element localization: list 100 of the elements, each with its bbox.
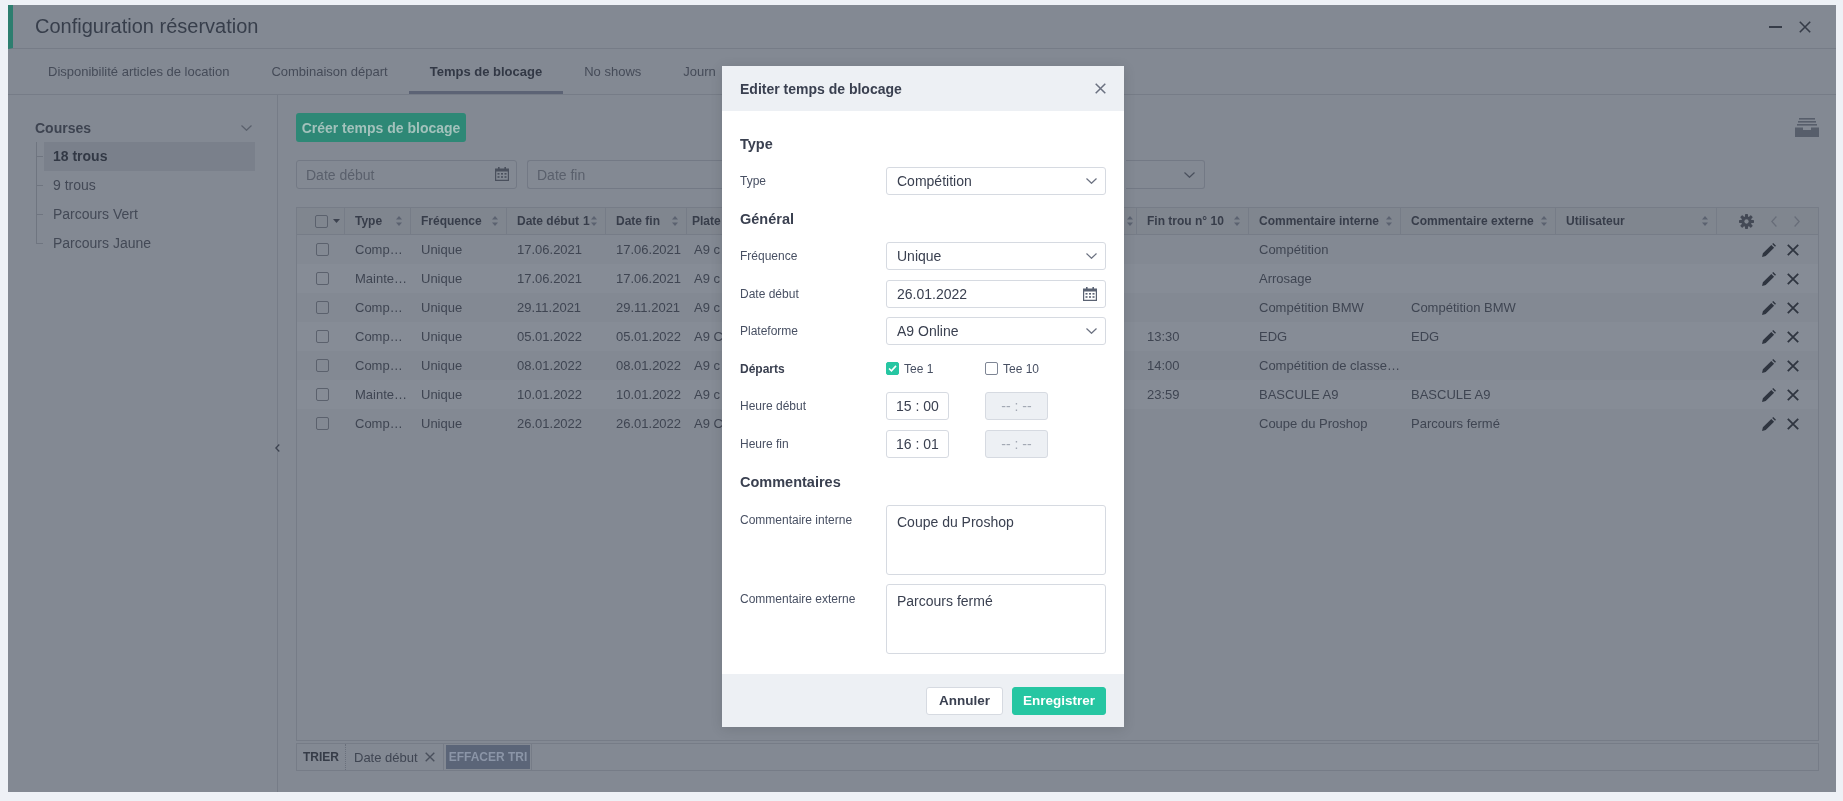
column-header[interactable]: Commentaire externe (1401, 208, 1556, 234)
column-header[interactable]: Fin trou n° 10 (1137, 208, 1249, 234)
comment-field[interactable]: Parcours fermé (886, 584, 1106, 654)
row-checkbox[interactable] (316, 359, 329, 372)
chevron-left-icon[interactable] (1771, 215, 1777, 227)
tree-item[interactable]: Parcours Jaune (44, 229, 255, 258)
sort-icon[interactable] (591, 216, 597, 226)
sort-order-number: 1 (583, 214, 590, 228)
column-header[interactable]: Plate (687, 208, 722, 234)
settings-icon[interactable] (1739, 213, 1754, 229)
field-label: Plateforme (740, 324, 800, 338)
field-label: Type (740, 174, 767, 188)
table-cell-text: 23:59 (1146, 386, 1181, 404)
column-header[interactable]: Fréquence (411, 208, 507, 234)
dropdown-field[interactable]: Compétition (886, 167, 1106, 195)
tree-group-header[interactable]: Courses (35, 114, 255, 142)
create-button[interactable]: Créer temps de blocage (296, 113, 466, 142)
select-all-checkbox[interactable] (315, 214, 328, 228)
tab[interactable]: Temps de blocage (408, 49, 564, 94)
field-label: Date début (740, 286, 800, 301)
table-cell-text: BASCULE A9 (1258, 386, 1340, 404)
close-icon[interactable] (1095, 83, 1106, 94)
table-cell-text: A9 c (693, 357, 721, 375)
cross-icon[interactable] (424, 752, 435, 762)
time-field[interactable]: 15 : 00 (886, 392, 949, 420)
checkbox-label[interactable]: Tee 1 (904, 361, 934, 376)
tree-item[interactable]: Parcours Vert (44, 200, 255, 229)
cross-icon[interactable] (1787, 243, 1799, 256)
table-cell-text: Unique (420, 357, 464, 375)
field-label: Départs (740, 361, 786, 376)
inbox-icon[interactable] (1795, 118, 1819, 137)
section-heading: Commentaires (740, 472, 842, 492)
pencil-icon[interactable] (1762, 358, 1776, 373)
table-cell-text: Unique (420, 299, 464, 317)
table-cell-text: 26.01.2022 (615, 415, 683, 433)
cross-icon[interactable] (1787, 359, 1799, 372)
checkbox[interactable] (886, 362, 899, 375)
column-header[interactable]: Date fin (606, 208, 687, 234)
pencil-icon[interactable] (1762, 242, 1776, 257)
calendar-icon[interactable] (1083, 286, 1097, 301)
table-cell-text: Comp… (354, 357, 404, 375)
table-cell-text: 05.01.2022 (516, 328, 584, 346)
pencil-icon[interactable] (1762, 387, 1776, 402)
save-button[interactable]: Enregistrer (1012, 686, 1106, 715)
table-cell-text: Mainte… (354, 270, 409, 288)
pencil-icon[interactable] (1762, 300, 1776, 315)
column-header[interactable]: Commentaire interne (1249, 208, 1401, 234)
sort-icon[interactable] (1234, 216, 1240, 226)
row-checkbox[interactable] (316, 301, 329, 314)
dropdown-field[interactable] (1126, 160, 1205, 189)
tree-item[interactable]: 9 trous (44, 171, 255, 200)
tab[interactable]: Disponibilité articles de location (27, 49, 251, 94)
sort-icon[interactable] (1702, 216, 1708, 226)
pencil-icon[interactable] (1762, 416, 1776, 431)
table-cell-text: 14:00 (1146, 357, 1181, 375)
date-field[interactable]: 26.01.2022 (886, 279, 1106, 308)
sort-icon[interactable] (1386, 216, 1392, 226)
table-cell-text: A9 C (693, 328, 722, 346)
close-icon[interactable] (1799, 20, 1811, 33)
minimize-icon[interactable] (1769, 25, 1782, 28)
time-field[interactable]: 16 : 01 (886, 429, 949, 458)
sort-icon[interactable] (396, 216, 402, 226)
checkbox-label[interactable]: Tee 10 (1003, 361, 1040, 376)
checkbox[interactable] (985, 362, 998, 375)
column-header[interactable]: Type (345, 208, 411, 234)
column-header[interactable]: Date début 1 (507, 208, 606, 234)
table-cell-text: 17.06.2021 (516, 270, 584, 288)
cross-icon[interactable] (1787, 301, 1799, 314)
comment-field[interactable]: Coupe du Proshop (886, 504, 1106, 575)
table-cell-text: 29.11.2021 (615, 299, 682, 317)
tab[interactable]: No shows (563, 49, 663, 94)
row-checkbox[interactable] (316, 330, 329, 343)
column-header[interactable]: Utilisateur (1556, 208, 1717, 234)
table-cell-text: 10.01.2022 (615, 386, 683, 404)
chevron-left-icon[interactable] (275, 444, 280, 452)
table-cell-text: A9 C (693, 415, 722, 433)
sort-icon[interactable] (672, 216, 678, 226)
cross-icon[interactable] (1787, 272, 1799, 285)
row-checkbox[interactable] (316, 243, 329, 256)
row-checkbox[interactable] (316, 272, 329, 285)
sort-icon[interactable] (1541, 216, 1547, 226)
pencil-icon[interactable] (1762, 329, 1776, 344)
sort-chip[interactable]: Date début (346, 744, 444, 770)
pencil-icon[interactable] (1762, 271, 1776, 286)
cancel-button[interactable]: Annuler (926, 686, 1003, 715)
sort-icon[interactable] (1127, 216, 1133, 226)
cross-icon[interactable] (1787, 417, 1799, 430)
table-cell-text: 17.06.2021 (615, 270, 683, 288)
row-checkbox[interactable] (316, 388, 329, 401)
row-checkbox[interactable] (316, 417, 329, 430)
dropdown-field[interactable]: A9 Online (886, 317, 1106, 345)
caret-icon[interactable] (333, 219, 340, 223)
sort-icon[interactable] (492, 216, 498, 226)
chevron-right-icon[interactable] (1794, 215, 1800, 227)
dropdown-field[interactable]: Unique (886, 242, 1106, 270)
tree-item[interactable]: 18 trous (44, 142, 255, 171)
cross-icon[interactable] (1787, 388, 1799, 401)
cross-icon[interactable] (1787, 330, 1799, 343)
tab[interactable]: Combinaison départ (250, 49, 409, 94)
chevron-down-icon (1086, 253, 1097, 259)
